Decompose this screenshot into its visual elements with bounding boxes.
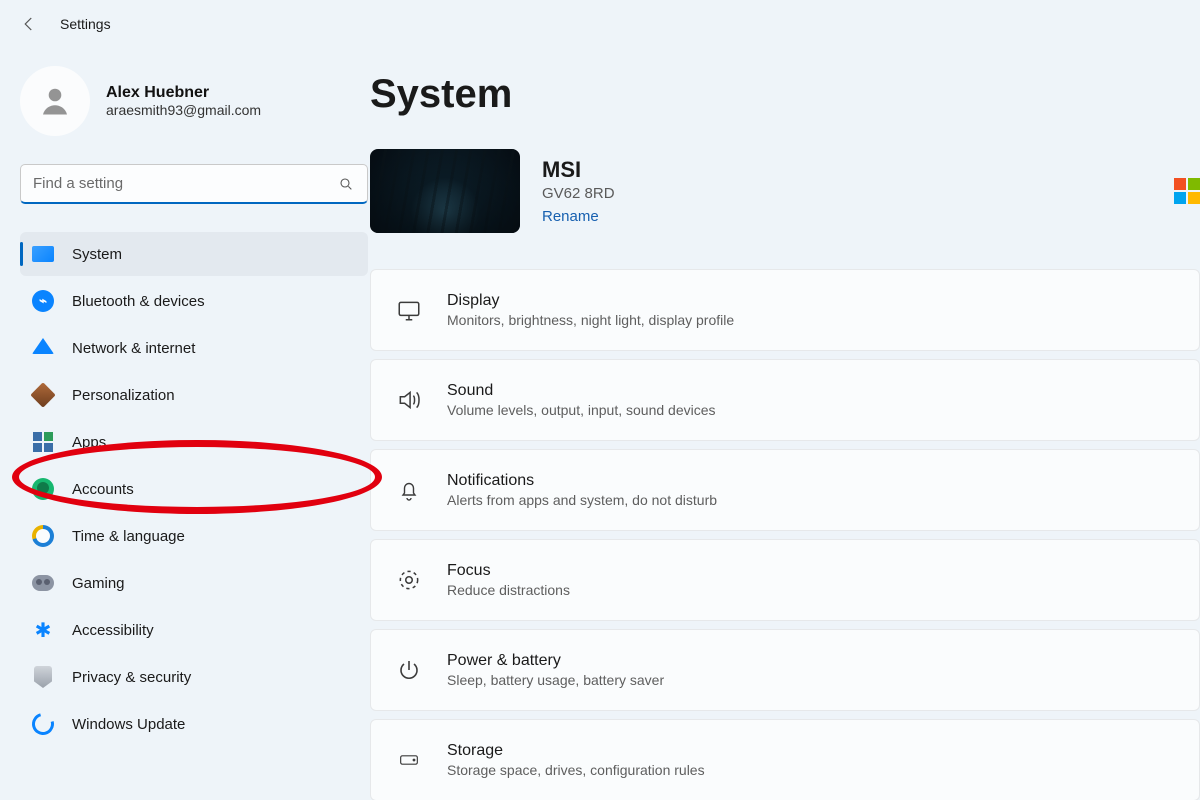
sidebar: Alex Huebner araesmith93@gmail.com Syste… [0, 48, 370, 800]
device-info: MSI GV62 8RD Rename [542, 157, 615, 226]
sidebar-item-accessibility[interactable]: ✱ Accessibility [20, 608, 368, 652]
card-focus[interactable]: Focus Reduce distractions [370, 539, 1200, 621]
privacy-icon [32, 666, 54, 688]
sidebar-item-time-language[interactable]: Time & language [20, 514, 368, 558]
update-icon [32, 713, 54, 735]
sidebar-item-label: Time & language [72, 528, 185, 545]
search-input[interactable] [20, 164, 368, 204]
wallpaper-thumbnail[interactable] [370, 149, 520, 233]
card-subtitle: Reduce distractions [447, 582, 570, 598]
notifications-icon [395, 476, 423, 504]
search-wrap [20, 164, 368, 204]
sidebar-item-bluetooth-devices[interactable]: ⌁ Bluetooth & devices [20, 279, 368, 323]
card-notifications[interactable]: Notifications Alerts from apps and system… [370, 449, 1200, 531]
card-title: Focus [447, 562, 570, 580]
sidebar-item-gaming[interactable]: Gaming [20, 561, 368, 605]
apps-icon [32, 431, 54, 453]
sidebar-item-label: Privacy & security [72, 669, 191, 686]
card-text: Power & battery Sleep, battery usage, bat… [447, 652, 664, 688]
time-language-icon [32, 525, 54, 547]
card-text: Notifications Alerts from apps and system… [447, 472, 717, 508]
app-title: Settings [60, 16, 111, 32]
bluetooth-icon: ⌁ [32, 290, 54, 312]
sidebar-item-label: Apps [72, 434, 106, 451]
sidebar-item-personalization[interactable]: Personalization [20, 373, 368, 417]
gaming-icon [32, 572, 54, 594]
sidebar-item-label: Accessibility [72, 622, 154, 639]
rename-link[interactable]: Rename [542, 208, 599, 225]
card-power-battery[interactable]: Power & battery Sleep, battery usage, bat… [370, 629, 1200, 711]
sidebar-item-label: Network & internet [72, 340, 195, 357]
device-row: MSI GV62 8RD Rename [370, 149, 1200, 233]
avatar [20, 66, 90, 136]
sidebar-item-label: Gaming [72, 575, 125, 592]
main-panel: System MSI GV62 8RD Rename Display Monito… [370, 48, 1200, 800]
system-icon [32, 243, 54, 265]
card-sound[interactable]: Sound Volume levels, output, input, sound… [370, 359, 1200, 441]
sidebar-item-label: Windows Update [72, 716, 185, 733]
sidebar-item-apps[interactable]: Apps [20, 420, 368, 464]
focus-icon [395, 566, 423, 594]
account-email: araesmith93@gmail.com [106, 102, 261, 118]
card-subtitle: Storage space, drives, configuration rul… [447, 762, 705, 778]
sidebar-item-label: Bluetooth & devices [72, 293, 205, 310]
sidebar-item-accounts[interactable]: Accounts [20, 467, 368, 511]
sidebar-item-label: Personalization [72, 387, 175, 404]
card-display[interactable]: Display Monitors, brightness, night light… [370, 269, 1200, 351]
back-button[interactable] [20, 15, 38, 33]
sidebar-item-windows-update[interactable]: Windows Update [20, 702, 368, 746]
microsoft-logo-icon[interactable] [1174, 178, 1200, 204]
display-icon [395, 296, 423, 324]
search-icon [338, 176, 354, 192]
titlebar: Settings [0, 0, 1200, 48]
sidebar-item-privacy-security[interactable]: Privacy & security [20, 655, 368, 699]
sidebar-item-system[interactable]: System [20, 232, 368, 276]
card-text: Display Monitors, brightness, night light… [447, 292, 734, 328]
card-subtitle: Sleep, battery usage, battery saver [447, 672, 664, 688]
power-icon [395, 656, 423, 684]
personalization-icon [32, 384, 54, 406]
device-model: GV62 8RD [542, 185, 615, 202]
account-name: Alex Huebner [106, 84, 261, 102]
sound-icon [395, 386, 423, 414]
card-title: Display [447, 292, 734, 310]
settings-cards: Display Monitors, brightness, night light… [370, 269, 1200, 800]
card-subtitle: Monitors, brightness, night light, displ… [447, 312, 734, 328]
card-title: Power & battery [447, 652, 664, 670]
sidebar-nav: System ⌁ Bluetooth & devices Network & inte… [20, 232, 370, 746]
network-icon [32, 337, 54, 359]
sidebar-item-label: System [72, 246, 122, 263]
card-text: Focus Reduce distractions [447, 562, 570, 598]
card-subtitle: Volume levels, output, input, sound devi… [447, 402, 716, 418]
storage-icon [395, 746, 423, 774]
accessibility-icon: ✱ [32, 619, 54, 641]
page-title: System [370, 72, 1200, 117]
device-name: MSI [542, 157, 615, 183]
accounts-icon [32, 478, 54, 500]
card-title: Sound [447, 382, 716, 400]
card-text: Sound Volume levels, output, input, sound… [447, 382, 716, 418]
card-title: Storage [447, 742, 705, 760]
account-block[interactable]: Alex Huebner araesmith93@gmail.com [20, 66, 370, 136]
card-title: Notifications [447, 472, 717, 490]
card-subtitle: Alerts from apps and system, do not dist… [447, 492, 717, 508]
card-text: Storage Storage space, drives, configurat… [447, 742, 705, 778]
sidebar-item-network-internet[interactable]: Network & internet [20, 326, 368, 370]
card-storage[interactable]: Storage Storage space, drives, configurat… [370, 719, 1200, 800]
sidebar-item-label: Accounts [72, 481, 134, 498]
